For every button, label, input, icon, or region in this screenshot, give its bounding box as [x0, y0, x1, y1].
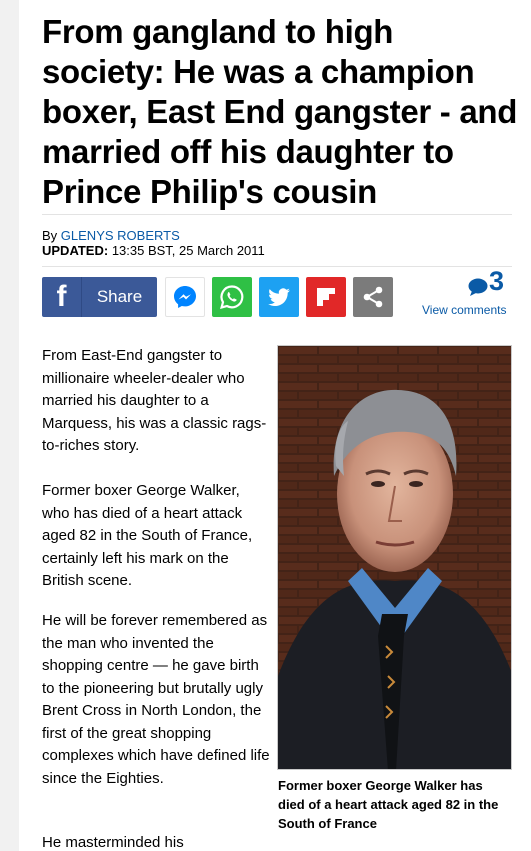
messenger-share-button[interactable]: [165, 277, 205, 317]
share-icon: [363, 286, 383, 308]
messenger-icon: [174, 286, 196, 308]
comment-count-number: 3: [489, 266, 505, 296]
left-margin-strip: [0, 0, 19, 851]
divider: [42, 214, 512, 215]
article-paragraph: From East-End gangster to millionaire wh…: [42, 347, 267, 454]
flipboard-share-button[interactable]: [306, 277, 346, 317]
portrait-image: [278, 346, 511, 769]
whatsapp-icon: [220, 285, 244, 309]
more-share-button[interactable]: [353, 277, 393, 317]
updated-label: UPDATED:: [42, 243, 109, 258]
article-paragraph: He will be forever remembered as the man…: [42, 612, 270, 787]
article-headline: From gangland to high society: He was a …: [42, 13, 518, 210]
divider: [42, 266, 512, 267]
view-comments-link[interactable]: View comments: [422, 303, 506, 317]
article-paragraph: Former boxer George Walker, who has died…: [42, 482, 253, 589]
flipboard-icon: [317, 288, 335, 306]
comment-bubble-icon[interactable]: [468, 278, 488, 301]
facebook-share-button[interactable]: f Share: [42, 277, 157, 317]
article-photo[interactable]: [277, 345, 512, 770]
updated-value: 13:35 BST, 25 March 2011: [108, 243, 265, 258]
facebook-icon: f: [42, 277, 82, 317]
facebook-share-label: Share: [96, 287, 143, 306]
byline-prefix: By: [42, 228, 61, 243]
whatsapp-share-button[interactable]: [212, 277, 252, 317]
updated-timestamp: UPDATED: 13:35 BST, 25 March 2011: [42, 243, 265, 258]
twitter-icon: [268, 288, 290, 306]
article-paragraph: He masterminded his: [42, 834, 184, 851]
author-link[interactable]: GLENYS ROBERTS: [61, 228, 180, 243]
twitter-share-button[interactable]: [259, 277, 299, 317]
photo-caption: Former boxer George Walker has died of a…: [278, 778, 499, 831]
byline: By GLENYS ROBERTS: [42, 228, 180, 243]
